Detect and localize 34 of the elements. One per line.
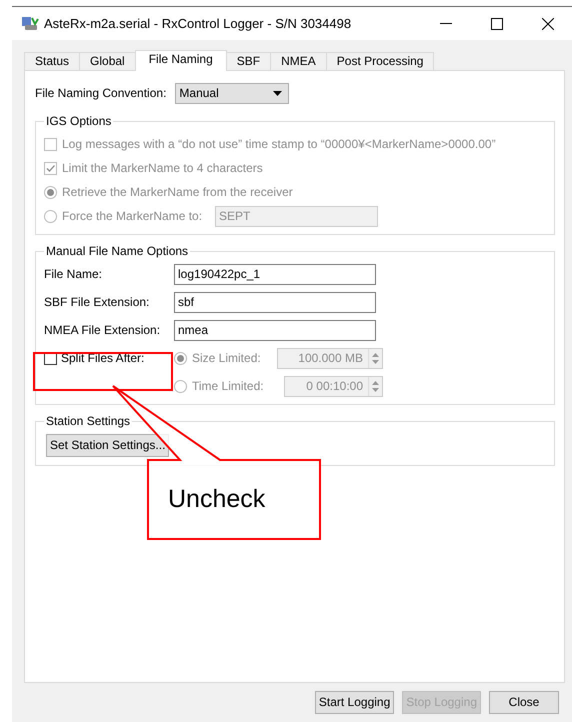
minimize-icon — [440, 22, 452, 24]
dialog-button[interactable]: Close — [489, 691, 559, 714]
close-icon — [542, 18, 554, 30]
tab[interactable]: Status — [24, 52, 80, 70]
option-label: Limit the MarkerName to 4 characters — [62, 160, 263, 177]
field-label: SBF File Extension: — [44, 294, 150, 311]
callout-text: Uncheck — [168, 484, 266, 514]
set-station-settings-button[interactable]: Set Station Settings... — [46, 434, 170, 457]
field-label: File Name: — [44, 266, 104, 283]
spin-arrows-icon[interactable] — [372, 380, 379, 392]
maximize-icon — [491, 18, 503, 30]
app-icon — [21, 16, 39, 32]
field-label: File Naming Convention: — [35, 85, 166, 102]
checkbox-label: Split Files After: — [61, 350, 144, 367]
dropdown-arrow-icon — [273, 90, 282, 96]
window-title: AsteRx-m2a.serial - RxControl Logger - S/N 3034498 — [44, 14, 352, 33]
radio-button[interactable] — [174, 352, 187, 364]
field-label: NMEA File Extension: — [44, 322, 162, 339]
dialog-button[interactable]: Start Logging — [314, 691, 394, 714]
option-label: Size Limited: — [192, 350, 262, 367]
option-label: Retrieve the MarkerName from the receiver — [62, 184, 293, 201]
text-field[interactable]: log190422pc_1 — [174, 264, 376, 284]
radio-button[interactable] — [174, 380, 187, 392]
tab[interactable]: File Naming — [134, 50, 227, 71]
naming-convention-dropdown[interactable]: Manual — [175, 82, 290, 104]
group-title: Manual File Name Options — [44, 243, 190, 259]
option-label: Log messages with a “do not use” time stamp to “00000¥<MarkerName>0000.00” — [62, 136, 496, 153]
text-field[interactable]: sbf — [174, 292, 376, 312]
text-field[interactable]: nmea — [174, 320, 376, 340]
group-title: Station Settings — [44, 413, 132, 429]
tab[interactable]: Post Processing — [326, 52, 434, 70]
option-label: Force the MarkerName to: — [62, 208, 202, 225]
option-label: Time Limited: — [192, 378, 265, 395]
group-title: IGS Options — [44, 113, 114, 129]
